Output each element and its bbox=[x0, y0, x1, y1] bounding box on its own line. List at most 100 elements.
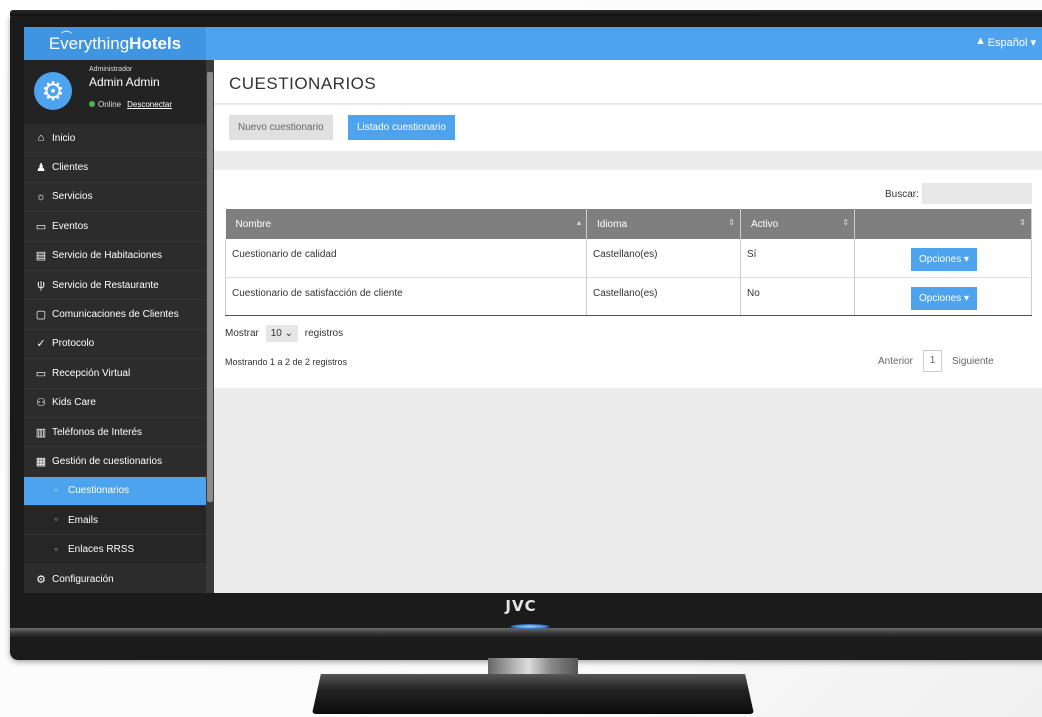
sidebar-item-label: Emails bbox=[68, 514, 99, 526]
video-icon: ▭ bbox=[35, 367, 47, 380]
stage: JVC ⌒ Everything Hotels ▲ Español ▾ ⚙ Adm… bbox=[0, 0, 1042, 717]
sidebar-item-eventos[interactable]: ▭ Eventos bbox=[24, 212, 206, 242]
user-panel: ⚙ Administrador Admin Admin Online Descon… bbox=[24, 60, 206, 124]
page-number-button[interactable]: 1 bbox=[923, 350, 943, 372]
cutlery-icon: ψ bbox=[37, 279, 45, 292]
show-suffix: registros bbox=[304, 328, 344, 339]
new-questionnaire-tab[interactable]: Nuevo cuestionario bbox=[229, 115, 333, 140]
table-header-row: Nombre ▴ Idioma ⇕ Activo ⇕ ⇕ bbox=[225, 209, 1032, 239]
bullet-icon: ○ bbox=[54, 487, 58, 494]
sidebar-item-label: Servicio de Restaurante bbox=[52, 279, 159, 291]
main-content: CUESTIONARIOS Nuevo cuestionario Listado… bbox=[214, 60, 1042, 593]
shield-check-icon: ✓ bbox=[36, 338, 46, 351]
calendar-icon: ▭ bbox=[35, 220, 47, 233]
sidebar-item-clientes[interactable]: ♟ Clientes bbox=[24, 153, 206, 183]
sidebar-item-recepcion-virtual[interactable]: ▭ Recepción Virtual bbox=[24, 359, 206, 389]
home-icon: ⌂ bbox=[37, 132, 45, 145]
kids-icon: ⚇ bbox=[36, 397, 46, 410]
sidebar-item-protocolo[interactable]: ✓ Protocolo bbox=[24, 330, 206, 360]
tabs-panel: Nuevo cuestionario Listado cuestionario bbox=[214, 105, 1042, 151]
page-length-value: 10 bbox=[270, 328, 282, 339]
tv-top-edge bbox=[10, 10, 1042, 16]
list-panel: Buscar: Nombre ▴ Idioma ⇕ Activo ⇕ ⇕ Cuesti bbox=[214, 170, 1042, 388]
sidebar-item-label: Cuestionarios bbox=[68, 485, 130, 497]
table-row: Cuestionario de calidad Castellano(es) S… bbox=[225, 239, 1032, 278]
show-prefix: Mostrar bbox=[225, 328, 259, 339]
sidebar-item-enlaces-rrss[interactable]: ○ Enlaces RRSS bbox=[24, 535, 206, 565]
tv-bezel-bottom bbox=[10, 628, 1042, 638]
sidebar-item-label: Protocolo bbox=[52, 338, 95, 350]
sidebar-scroll-thumb[interactable] bbox=[207, 72, 213, 502]
sidebar-item-inicio[interactable]: ⌂ Inicio bbox=[24, 124, 206, 154]
user-status: Online Desconectar bbox=[89, 100, 172, 109]
sort-icon: ⇕ bbox=[728, 218, 735, 227]
chevron-down-icon: ⌄ bbox=[284, 328, 293, 339]
sidebar-item-label: Servicios bbox=[52, 191, 93, 203]
page-title: CUESTIONARIOS bbox=[229, 74, 377, 93]
app-screen: ⌒ Everything Hotels ▲ Español ▾ ⚙ Adminis… bbox=[24, 27, 1042, 593]
bullet-icon: ○ bbox=[54, 517, 58, 524]
bell-icon[interactable]: ▲ bbox=[975, 35, 986, 47]
page-length-select[interactable]: 10 ⌄ bbox=[265, 325, 298, 342]
sidebar-item-gestion-de-cuestionarios[interactable]: ▦ Gestión de cuestionarios bbox=[24, 447, 206, 477]
bed-icon: ▤ bbox=[35, 250, 47, 263]
next-page-button[interactable]: Siguiente bbox=[952, 356, 994, 367]
cell-active: Sí bbox=[740, 239, 855, 278]
col-header-label: Nombre bbox=[235, 218, 272, 230]
sidebar-item-telefonos-de-interes[interactable]: ▥ Teléfonos de Interés bbox=[24, 418, 206, 448]
sidebar-item-label: Kids Care bbox=[52, 397, 96, 409]
sidebar-item-comunicaciones-de-clientes[interactable]: ▢ Comunicaciones de Clientes bbox=[24, 300, 206, 330]
logo-text-part2: Hotels bbox=[129, 33, 182, 53]
tv-power-led bbox=[510, 624, 550, 629]
cell-language: Castellano(es) bbox=[586, 239, 741, 278]
form-icon: ▦ bbox=[35, 455, 47, 468]
questionnaire-list-tab[interactable]: Listado cuestionario bbox=[348, 115, 455, 140]
col-header-active[interactable]: Activo ⇕ bbox=[740, 209, 855, 239]
prev-page-button[interactable]: Anterior bbox=[878, 356, 913, 367]
chat-icon: ▢ bbox=[35, 309, 47, 322]
options-button[interactable]: Opciones ▾ bbox=[911, 286, 978, 310]
col-header-label: Idioma bbox=[597, 218, 628, 230]
col-header-language[interactable]: Idioma ⇕ bbox=[586, 209, 741, 239]
sidebar-item-servicio-de-habitaciones[interactable]: ▤ Servicio de Habitaciones bbox=[24, 242, 206, 271]
sidebar-item-servicios[interactable]: ☼ Servicios bbox=[24, 183, 206, 213]
sidebar-item-label: Gestión de cuestionarios bbox=[52, 455, 163, 467]
tv-stand-base bbox=[312, 674, 754, 714]
logo-roof-icon: ⌒ bbox=[61, 31, 72, 43]
user-name: Admin Admin bbox=[89, 75, 160, 89]
search-input[interactable] bbox=[922, 183, 1032, 204]
disconnect-link[interactable]: Desconectar bbox=[127, 100, 172, 109]
sidebar-nav: ⌂ Inicio ♟ Clientes ☼ Servicios ▭ Eventos ▤ Servi… bbox=[24, 124, 206, 593]
search-label: Buscar: bbox=[885, 189, 919, 200]
sort-icon: ⇕ bbox=[1019, 218, 1026, 227]
app-logo[interactable]: ⌒ Everything Hotels bbox=[24, 27, 206, 60]
sidebar-item-label: Inicio bbox=[52, 132, 76, 144]
col-header-name[interactable]: Nombre ▴ bbox=[225, 209, 587, 239]
sidebar-item-label: Configuración bbox=[52, 573, 114, 585]
sidebar-item-configuracion[interactable]: ⚙ Configuración bbox=[24, 565, 206, 593]
sun-icon: ☼ bbox=[35, 190, 47, 203]
sidebar-item-kids-care[interactable]: ⚇ Kids Care bbox=[24, 389, 206, 418]
sort-icon: ▴ bbox=[576, 218, 581, 227]
sidebar-item-servicio-de-restaurante[interactable]: ψ Servicio de Restaurante bbox=[24, 271, 206, 301]
users-icon: ♟ bbox=[36, 162, 46, 175]
status-text: Online bbox=[98, 100, 122, 109]
gear-icon: ⚙ bbox=[36, 573, 46, 586]
cell-name: Cuestionario de calidad bbox=[225, 239, 587, 278]
sidebar-item-label: Clientes bbox=[52, 162, 89, 174]
sidebar-item-label: Enlaces RRSS bbox=[68, 544, 135, 556]
questionnaires-table: Nombre ▴ Idioma ⇕ Activo ⇕ ⇕ Cuestionario d… bbox=[225, 209, 1032, 316]
pagination: Anterior 1 Siguiente bbox=[878, 350, 994, 372]
cell-active: No bbox=[740, 277, 855, 316]
sidebar: ⚙ Administrador Admin Admin Online Descon… bbox=[24, 60, 206, 593]
sidebar-item-cuestionarios[interactable]: ○ Cuestionarios bbox=[24, 476, 206, 507]
options-button[interactable]: Opciones ▾ bbox=[911, 248, 978, 271]
sidebar-item-emails[interactable]: ○ Emails bbox=[24, 506, 206, 536]
sidebar-item-label: Eventos bbox=[52, 220, 89, 232]
top-bar: ⌒ Everything Hotels ▲ Español ▾ bbox=[24, 27, 1042, 60]
records-info: Mostrando 1 a 2 de 2 registros bbox=[225, 357, 348, 367]
col-header-options[interactable]: ⇕ bbox=[854, 209, 1032, 239]
tv-brand-logo: JVC bbox=[505, 597, 537, 615]
sidebar-item-label: Teléfonos de Interés bbox=[52, 426, 143, 438]
language-selector[interactable]: Español ▾ bbox=[988, 36, 1036, 49]
